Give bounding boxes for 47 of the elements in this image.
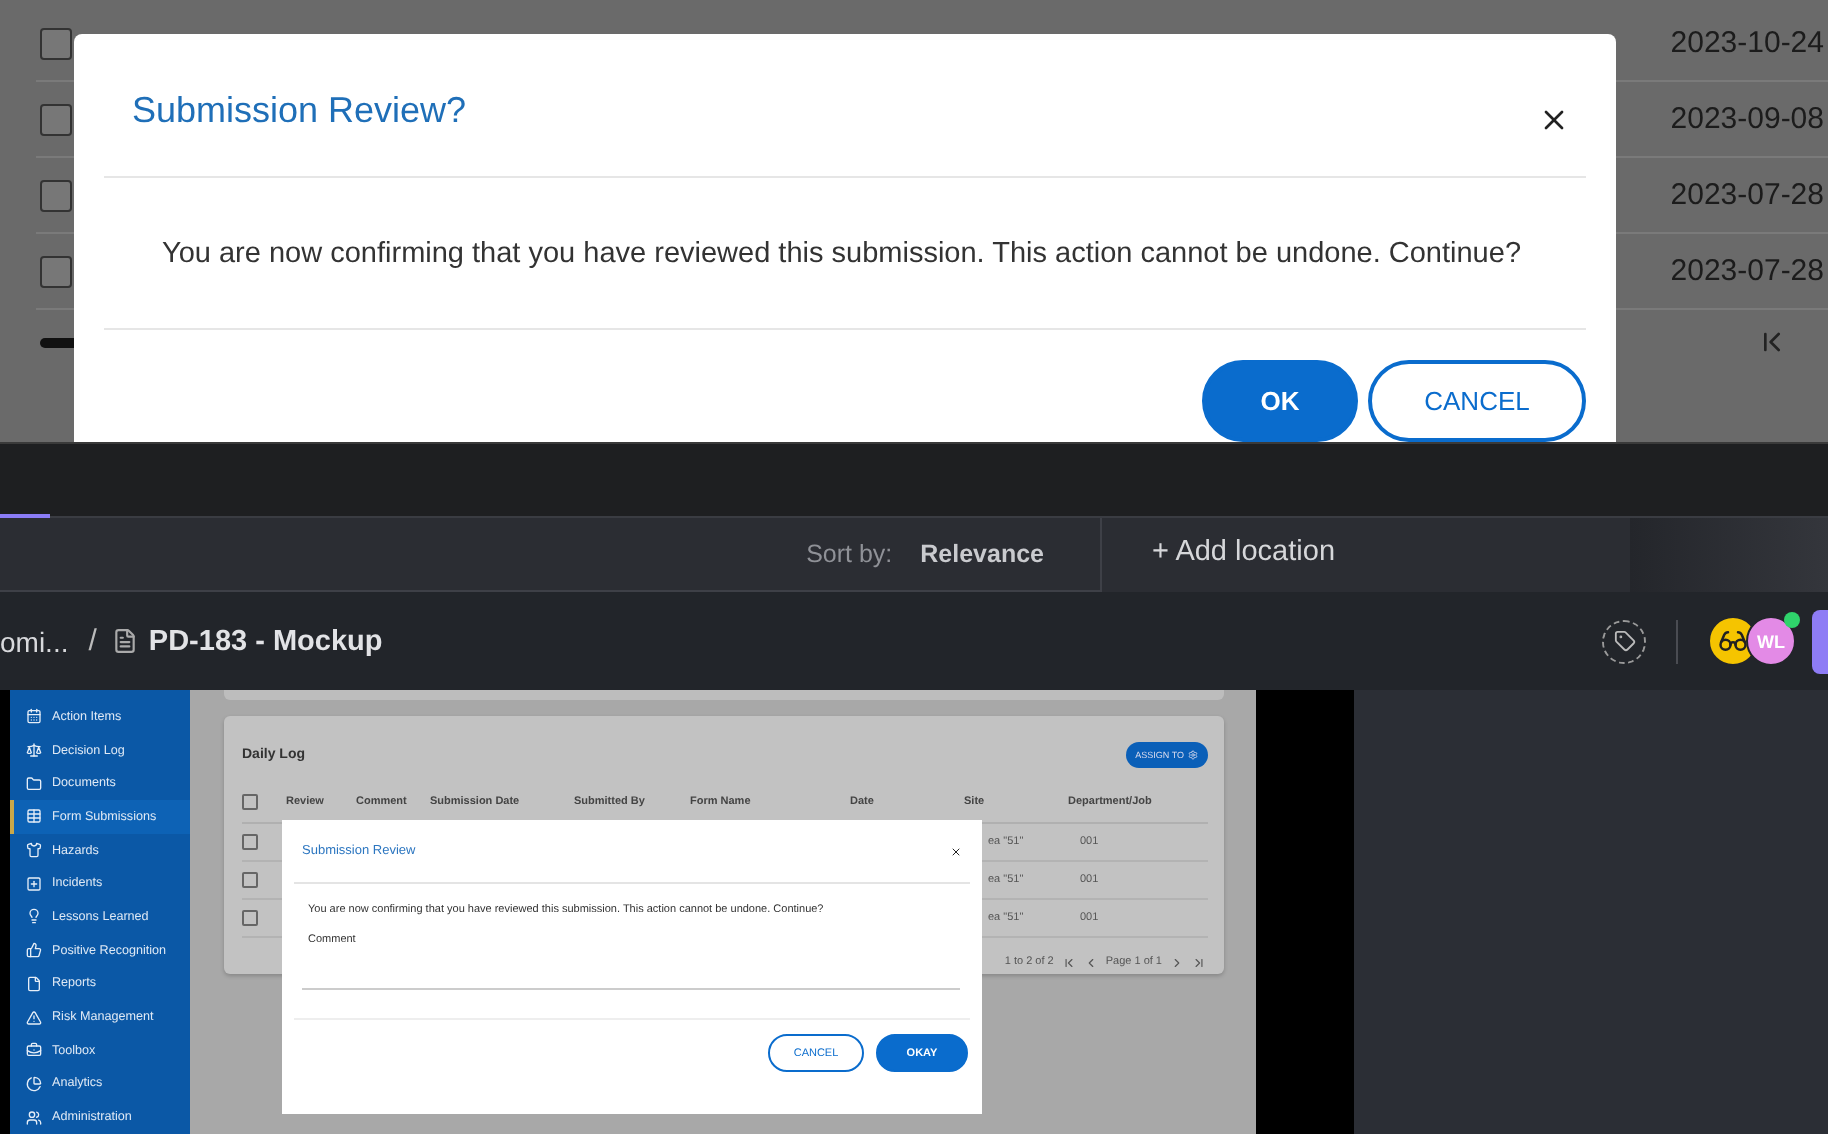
tag-button[interactable] [1602, 619, 1646, 663]
date-cell: 2023-07-28 [1670, 178, 1824, 212]
breadcrumb-link[interactable]: omi... [0, 625, 69, 657]
cancel-button[interactable]: CANCEL [1368, 360, 1586, 442]
pie-chart-icon [26, 1075, 42, 1092]
active-indicator [0, 514, 50, 518]
breadcrumb-separator: / [88, 624, 97, 658]
briefcase-icon [26, 1042, 42, 1059]
gear-icon [1188, 749, 1198, 759]
first-page-icon[interactable] [1061, 955, 1076, 969]
date-cell: 2023-10-24 [1670, 26, 1824, 60]
glasses-icon [1718, 626, 1748, 656]
date-cell: 2023-07-28 [1670, 254, 1824, 288]
warning-icon [26, 1009, 42, 1026]
sort-label: Sort by: [806, 540, 893, 568]
checkbox[interactable] [242, 910, 258, 926]
checkbox[interactable] [40, 255, 72, 287]
file-icon [26, 975, 42, 992]
checkbox[interactable] [40, 27, 72, 59]
dialog-title: Submission Review? [132, 90, 467, 132]
previous-page-icon[interactable] [1083, 955, 1098, 969]
checkbox[interactable] [242, 834, 258, 850]
calendar-icon [26, 708, 42, 725]
tag-icon [1613, 630, 1635, 652]
add-location-button[interactable]: + Add location [1102, 518, 1630, 592]
sort-dropdown[interactable]: Relevance [920, 540, 1044, 568]
close-icon[interactable] [950, 845, 962, 857]
checkbox[interactable] [242, 793, 258, 809]
confirm-button[interactable]: OK [1202, 360, 1358, 442]
users-icon [26, 1109, 42, 1126]
checkbox[interactable] [40, 103, 72, 135]
breadcrumb-current[interactable]: PD-183 - Mockup [112, 625, 383, 657]
checkbox[interactable] [242, 872, 258, 888]
thumbs-up-icon [26, 942, 42, 959]
shirt-icon [26, 842, 42, 859]
table-icon [26, 808, 42, 825]
action-button[interactable] [1812, 609, 1828, 673]
lightbulb-icon [26, 908, 42, 925]
scale-icon [26, 742, 42, 759]
plus-square-icon [26, 875, 42, 892]
document-icon [112, 628, 139, 654]
last-page-icon[interactable] [1192, 955, 1206, 969]
dialog-message: You are now confirming that you have reviewed this submission. This action cannot be undone. Continue? [104, 178, 1586, 330]
next-page-icon[interactable] [1170, 955, 1184, 969]
folder-icon [26, 775, 42, 792]
date-cell: 2023-09-08 [1670, 102, 1824, 136]
checkbox[interactable] [40, 179, 72, 211]
